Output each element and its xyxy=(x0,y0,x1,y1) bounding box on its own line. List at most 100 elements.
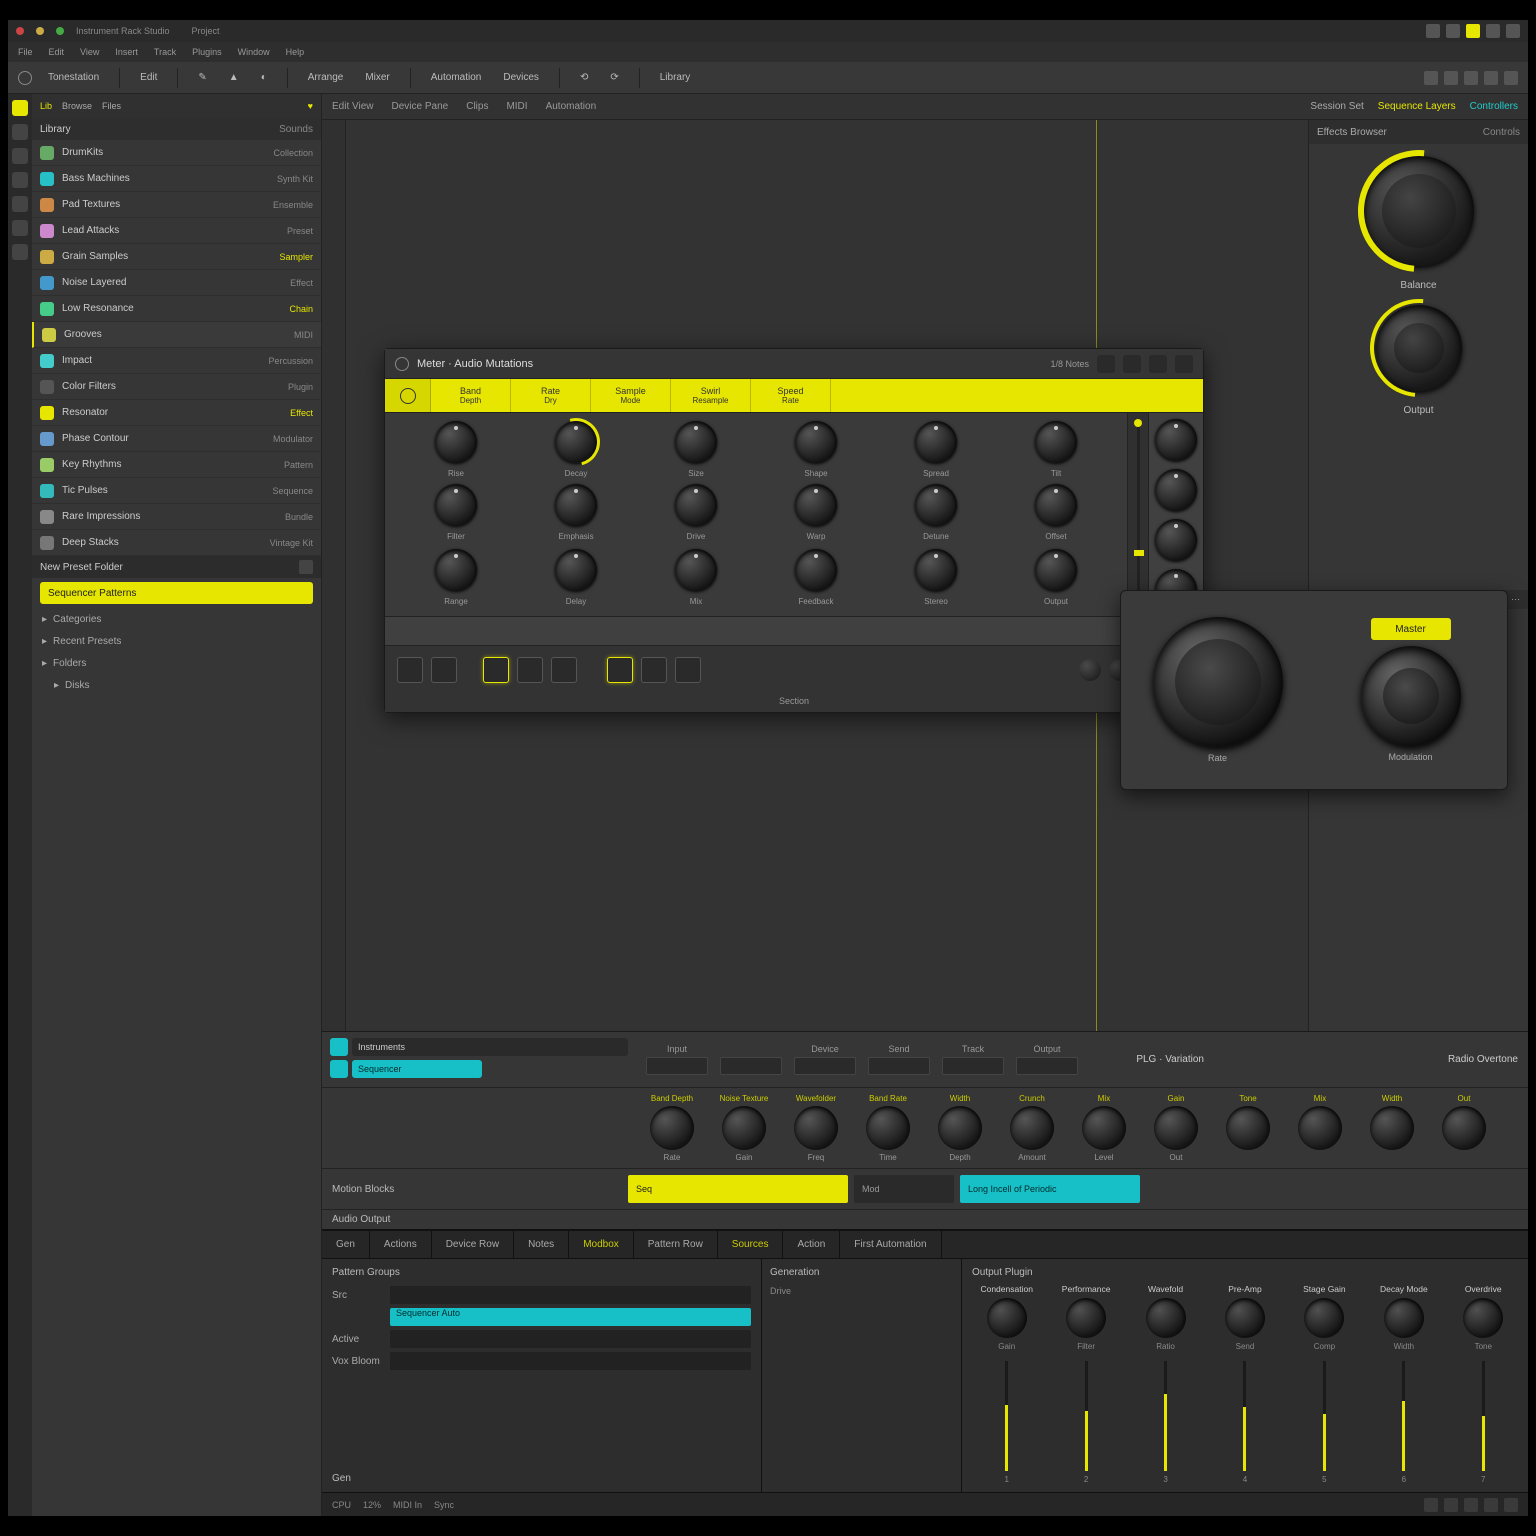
plugin-tab[interactable]: SpeedRate xyxy=(751,379,831,412)
mid-box[interactable] xyxy=(1016,1057,1078,1075)
arrange-tab[interactable]: Clips xyxy=(466,101,488,112)
channel-knob[interactable] xyxy=(1384,1298,1424,1338)
knob[interactable] xyxy=(675,549,717,591)
knob[interactable] xyxy=(555,484,597,526)
sidebar-tab[interactable]: Lib xyxy=(40,101,52,111)
arrange-tab[interactable]: MIDI xyxy=(506,101,527,112)
side-knob[interactable] xyxy=(1155,519,1197,561)
status-icon[interactable] xyxy=(1486,24,1500,38)
toolbar-item[interactable]: Automation xyxy=(425,69,488,86)
sidebar-item[interactable]: Tic PulsesSequence xyxy=(32,478,321,504)
plugin-tab[interactable]: SwirlResample xyxy=(671,379,751,412)
status-button[interactable] xyxy=(1504,1498,1518,1512)
fader[interactable]: 3 xyxy=(1131,1361,1200,1484)
channel-knob[interactable] xyxy=(987,1298,1027,1338)
window-max-icon[interactable] xyxy=(56,27,64,35)
plugin-tab[interactable]: SampleMode xyxy=(591,379,671,412)
fader[interactable]: 2 xyxy=(1051,1361,1120,1484)
arrange-tab[interactable]: Device Pane xyxy=(392,101,449,112)
sidebar-item[interactable]: Pad TexturesEnsemble xyxy=(32,192,321,218)
status-icon[interactable] xyxy=(1426,24,1440,38)
toolbar-item[interactable]: Arrange xyxy=(302,69,350,86)
menu-item[interactable]: Insert xyxy=(115,47,138,57)
slider-thumb[interactable] xyxy=(1134,550,1144,556)
folder-row[interactable]: ▸ Recent Presets xyxy=(32,630,321,652)
channel-knob[interactable] xyxy=(1225,1298,1265,1338)
chip[interactable]: Instruments xyxy=(352,1038,628,1056)
status-icon[interactable] xyxy=(1446,24,1460,38)
arrange-canvas[interactable]: Meter · Audio Mutations 1/8 Notes BandDe… xyxy=(322,120,1528,1031)
activity-icon[interactable] xyxy=(12,196,28,212)
dock-tab[interactable]: First Automation xyxy=(840,1231,941,1258)
menu-item[interactable]: Plugins xyxy=(192,47,222,57)
output-knob[interactable] xyxy=(1376,305,1462,391)
sidebar-item[interactable]: Color FiltersPlugin xyxy=(32,374,321,400)
toolbar-icon[interactable] xyxy=(1484,71,1498,85)
pad-button[interactable] xyxy=(675,657,701,683)
dock-row[interactable]: Src xyxy=(332,1284,751,1306)
folder-row[interactable]: ▸ Disks xyxy=(32,674,321,696)
mid-box[interactable] xyxy=(868,1057,930,1075)
toolbar-item[interactable]: Library xyxy=(654,69,697,86)
mini-knob[interactable] xyxy=(1079,659,1101,681)
arrange-tab[interactable]: Automation xyxy=(546,101,597,112)
knob[interactable] xyxy=(555,421,597,463)
toolbar-item[interactable]: Edit xyxy=(134,69,163,86)
knob[interactable] xyxy=(915,549,957,591)
sidebar-item[interactable]: Noise LayeredEffect xyxy=(32,270,321,296)
rack-knob[interactable] xyxy=(1010,1106,1054,1150)
status-button[interactable] xyxy=(1484,1498,1498,1512)
jog-panel[interactable]: Rate Master Modulation xyxy=(1120,590,1508,790)
tool-icon[interactable]: ⟲ xyxy=(574,69,594,86)
menu-item[interactable]: Help xyxy=(286,47,305,57)
tool-icon[interactable]: ▲ xyxy=(223,69,245,86)
rack-knob[interactable] xyxy=(866,1106,910,1150)
rack-knob[interactable] xyxy=(1226,1106,1270,1150)
menu-item[interactable]: File xyxy=(18,47,33,57)
menu-item[interactable]: Track xyxy=(154,47,176,57)
arrange-right-item[interactable]: Controllers xyxy=(1470,101,1518,112)
status-button[interactable] xyxy=(1464,1498,1478,1512)
sidebar-item[interactable]: Low ResonanceChain xyxy=(32,296,321,322)
rack-knob[interactable] xyxy=(1370,1106,1414,1150)
pad-button[interactable] xyxy=(551,657,577,683)
dock-tab[interactable]: Sources xyxy=(718,1231,784,1258)
fader[interactable]: 5 xyxy=(1290,1361,1359,1484)
dock-row-bar[interactable] xyxy=(390,1286,751,1304)
pad-button[interactable] xyxy=(397,657,423,683)
tool-icon[interactable]: ✎ xyxy=(192,69,212,86)
sidebar-item[interactable]: Rare ImpressionsBundle xyxy=(32,504,321,530)
pad-button-active[interactable] xyxy=(483,657,509,683)
plugin-hdr-button[interactable] xyxy=(1097,355,1115,373)
dock-tab[interactable]: Pattern Row xyxy=(634,1231,718,1258)
pad-button[interactable] xyxy=(517,657,543,683)
rack-knob[interactable] xyxy=(1082,1106,1126,1150)
channel-knob[interactable] xyxy=(1066,1298,1106,1338)
sidebar-item[interactable]: GroovesMIDI xyxy=(32,322,321,348)
rack-knob[interactable] xyxy=(1298,1106,1342,1150)
mid-box[interactable] xyxy=(942,1057,1004,1075)
plugin-tab[interactable] xyxy=(385,379,431,412)
sidebar-item[interactable]: Phase ContourModulator xyxy=(32,426,321,452)
folder-row[interactable]: ▸ Categories xyxy=(32,608,321,630)
canvas-surface[interactable]: Meter · Audio Mutations 1/8 Notes BandDe… xyxy=(346,120,1308,1031)
chip-icon[interactable] xyxy=(330,1060,348,1078)
toolbar-item[interactable]: Devices xyxy=(497,69,545,86)
dock-row[interactable]: Sequencer Auto xyxy=(332,1306,751,1328)
toolbar-icon[interactable] xyxy=(1424,71,1438,85)
arrange-right-item[interactable]: Session Set xyxy=(1310,101,1363,112)
pad-button[interactable] xyxy=(431,657,457,683)
toolbar-icon[interactable] xyxy=(1464,71,1478,85)
plugin-hdr-button[interactable] xyxy=(1123,355,1141,373)
menu-item[interactable]: View xyxy=(80,47,99,57)
dock-tab[interactable]: Notes xyxy=(514,1231,569,1258)
plugin-header[interactable]: Meter · Audio Mutations 1/8 Notes xyxy=(385,349,1203,379)
dock-row-bar[interactable]: Sequencer Auto xyxy=(390,1308,751,1326)
activity-icon-active[interactable] xyxy=(12,100,28,116)
jog-master-button[interactable]: Master xyxy=(1371,618,1451,640)
plugin-window[interactable]: Meter · Audio Mutations 1/8 Notes BandDe… xyxy=(384,348,1204,713)
toolbar-icon[interactable] xyxy=(1444,71,1458,85)
pad-button-active[interactable] xyxy=(607,657,633,683)
knob[interactable] xyxy=(915,421,957,463)
menu-item[interactable]: Window xyxy=(238,47,270,57)
